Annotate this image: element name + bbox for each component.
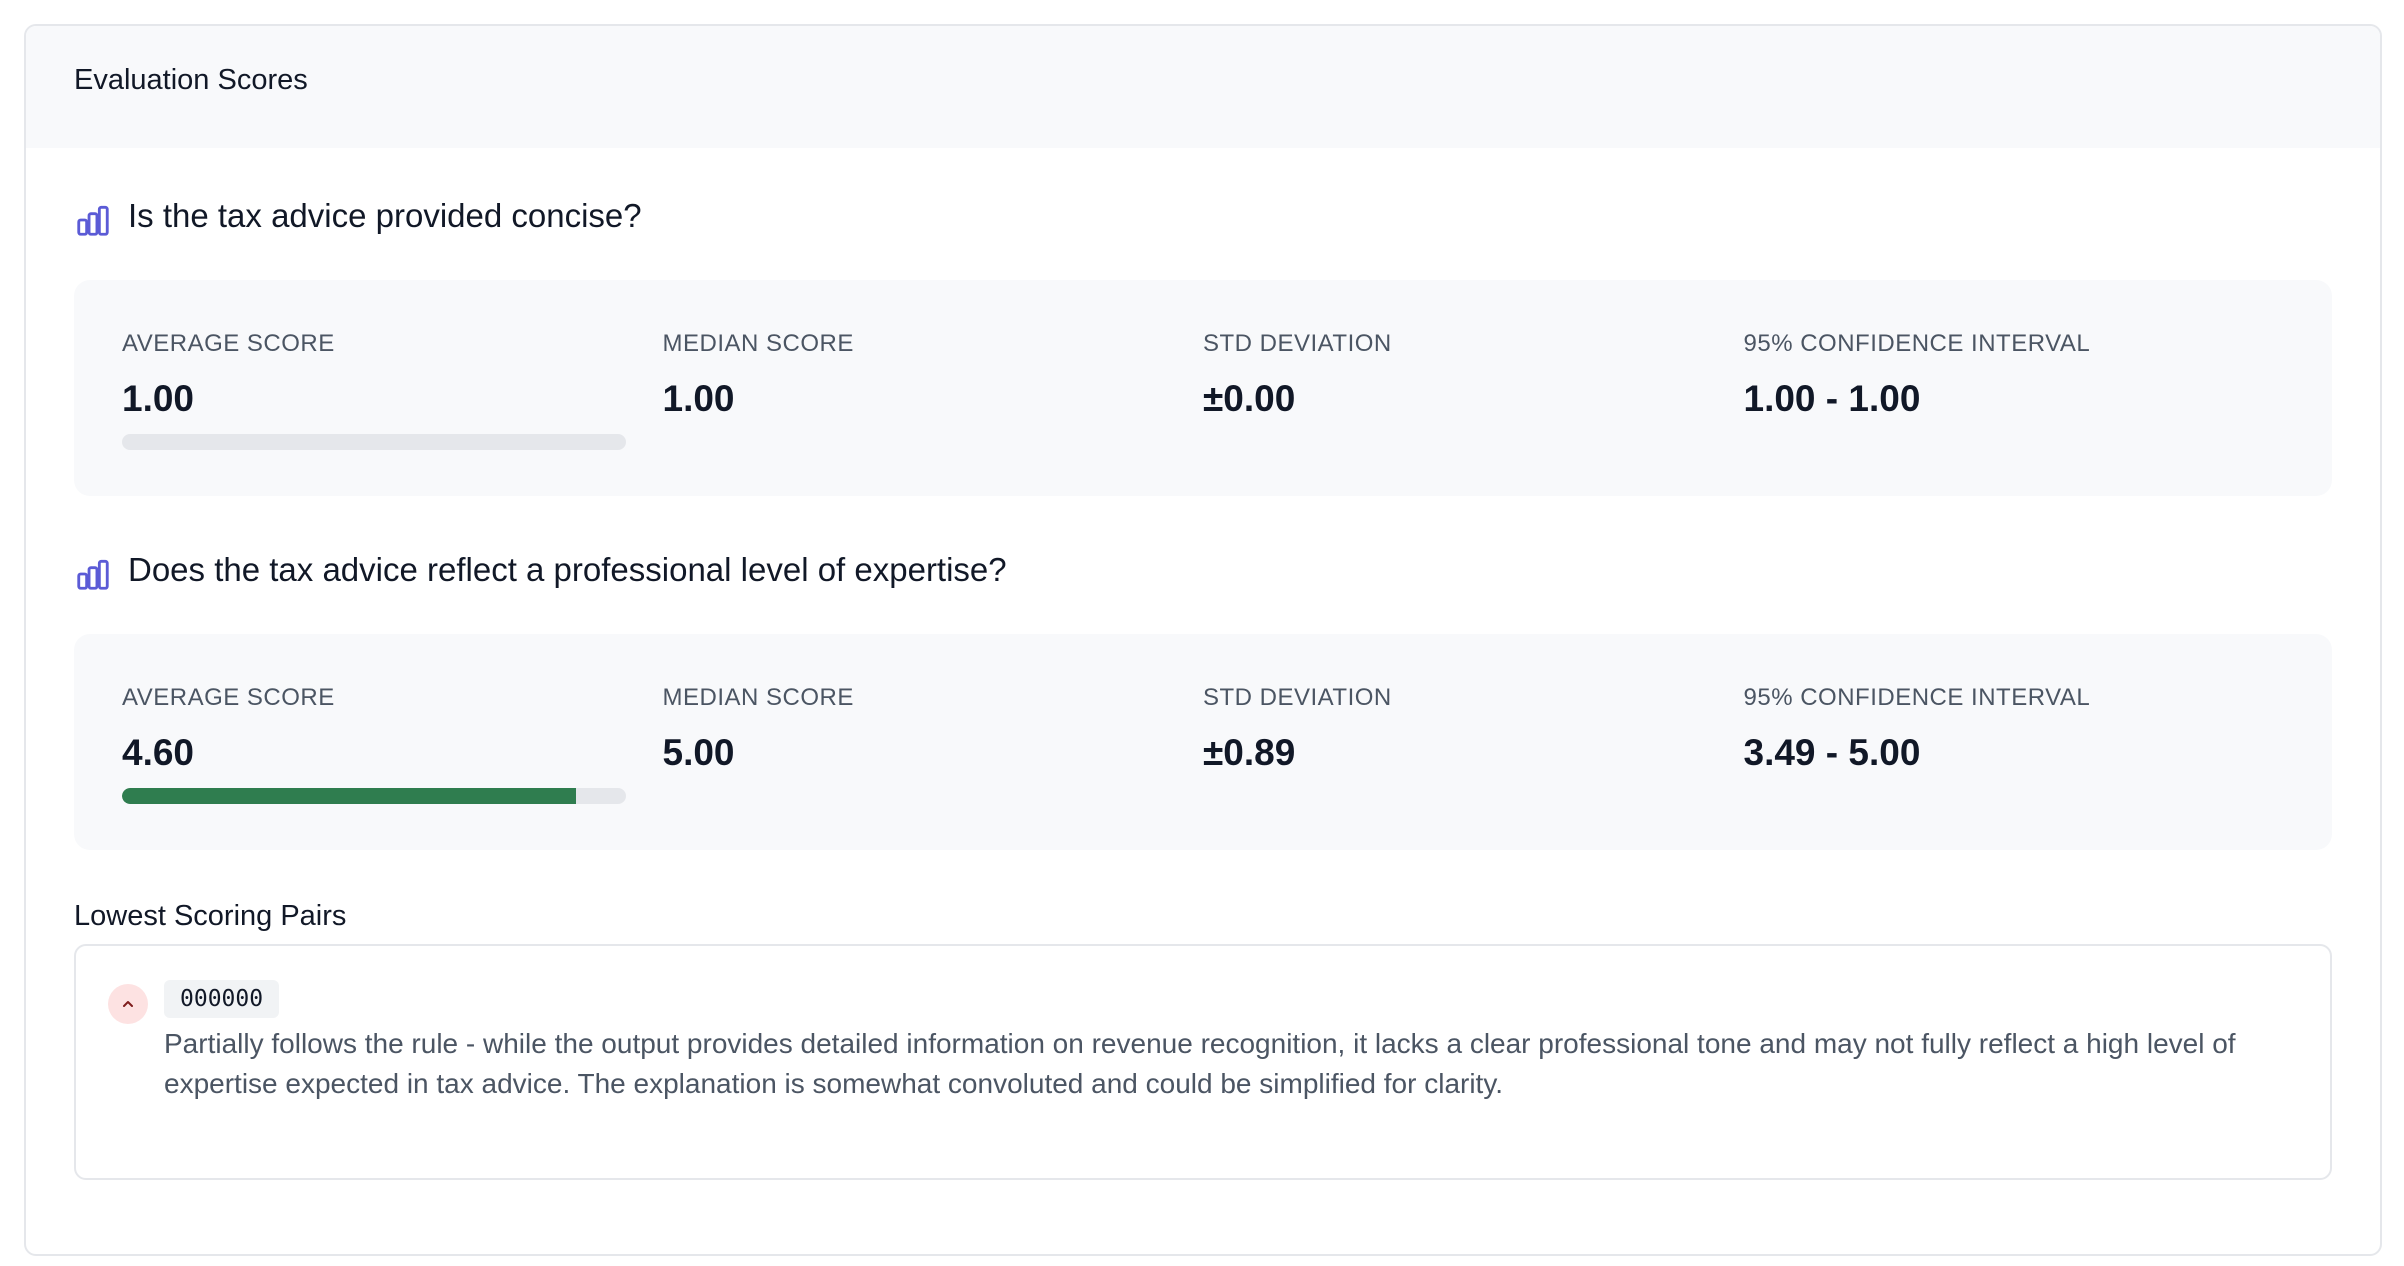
stat-label: 95% CONFIDENCE INTERVAL [1743, 684, 2091, 711]
stat-label: STD DEVIATION [1203, 684, 1392, 711]
lowest-scoring-pairs-title: Lowest Scoring Pairs [74, 900, 347, 932]
card-body: Is the tax advice provided concise? AVER… [26, 148, 2380, 1180]
lowest-scoring-pair-item: 000000 Partially follows the rule - whil… [74, 944, 2332, 1180]
evaluation-scores-card: Evaluation Scores Is the tax advice prov… [24, 24, 2382, 1256]
pair-id-badge: 000000 [164, 980, 280, 1018]
stat-value: 3.49 - 5.00 [1743, 732, 1921, 773]
stat-label: AVERAGE SCORE [122, 684, 335, 711]
stat-median-score: MEDIAN SCORE 1.00 [663, 330, 1204, 496]
stat-average-score: AVERAGE SCORE 1.00 [122, 330, 663, 496]
bar-chart-icon [74, 555, 112, 593]
stat-value: 1.00 [122, 378, 195, 419]
score-bar [122, 434, 626, 450]
stat-label: MEDIAN SCORE [662, 684, 854, 711]
stat-value: ±0.89 [1203, 732, 1296, 773]
collapse-toggle-button[interactable] [108, 984, 148, 1024]
stat-value: 1.00 - 1.00 [1743, 378, 1921, 419]
stat-label: MEDIAN SCORE [662, 330, 854, 357]
stat-average-score: AVERAGE SCORE 4.60 [122, 684, 663, 850]
score-section: Does the tax advice reflect a profession… [74, 496, 2332, 850]
pair-content: 000000 Partially follows the rule - whil… [164, 980, 2282, 1178]
score-section: Is the tax advice provided concise? AVER… [74, 148, 2332, 496]
section-title: Does the tax advice reflect a profession… [128, 551, 1007, 588]
section-heading: Does the tax advice reflect a profession… [74, 532, 2332, 608]
score-bar [122, 788, 626, 804]
section-heading: Is the tax advice provided concise? [74, 178, 2332, 254]
stats-panel: AVERAGE SCORE 1.00 MEDIAN SCORE 1.00 STD… [74, 280, 2332, 496]
stat-label: 95% CONFIDENCE INTERVAL [1743, 330, 2091, 357]
stat-label: STD DEVIATION [1203, 330, 1392, 357]
card-title: Evaluation Scores [74, 64, 308, 96]
stat-std-deviation: STD DEVIATION ±0.00 [1203, 330, 1744, 496]
bar-chart-icon [74, 201, 112, 239]
stat-value: 5.00 [662, 732, 735, 773]
pair-explanation: Partially follows the rule - while the o… [164, 1028, 2236, 1099]
section-title: Is the tax advice provided concise? [128, 197, 642, 234]
stat-confidence-interval: 95% CONFIDENCE INTERVAL 1.00 - 1.00 [1744, 330, 2285, 496]
stat-std-deviation: STD DEVIATION ±0.89 [1203, 684, 1744, 850]
stat-confidence-interval: 95% CONFIDENCE INTERVAL 3.49 - 5.00 [1744, 684, 2285, 850]
stats-panel: AVERAGE SCORE 4.60 MEDIAN SCORE 5.00 STD… [74, 634, 2332, 850]
card-header: Evaluation Scores [26, 26, 2380, 148]
stat-value: 1.00 [662, 378, 735, 419]
stat-value: ±0.00 [1203, 378, 1296, 419]
stat-value: 4.60 [122, 732, 195, 773]
score-bar-fill [122, 788, 576, 804]
stat-label: AVERAGE SCORE [122, 330, 335, 357]
stat-median-score: MEDIAN SCORE 5.00 [663, 684, 1204, 850]
chevron-up-icon [123, 1001, 133, 1007]
